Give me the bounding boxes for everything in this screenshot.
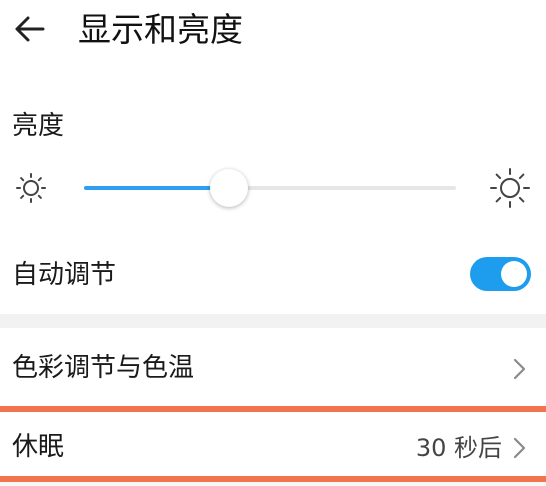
arrow-left-icon xyxy=(15,16,45,42)
slider-thumb[interactable] xyxy=(210,169,249,207)
sleep-value: 30 秒后 xyxy=(415,434,502,462)
color-temperature-label: 色彩调节与色温 xyxy=(12,353,195,383)
toggle-knob xyxy=(501,261,527,287)
brightness-slider[interactable] xyxy=(84,165,456,211)
page-title: 显示和亮度 xyxy=(78,10,243,49)
sleep-row[interactable]: 休眠 30 秒后 xyxy=(0,412,546,476)
sun-small-icon xyxy=(16,173,46,203)
slider-fill xyxy=(84,186,230,190)
back-button[interactable] xyxy=(10,10,50,50)
auto-adjust-toggle[interactable] xyxy=(470,257,531,291)
auto-adjust-row: 自动调节 xyxy=(0,240,546,310)
sleep-label: 休眠 xyxy=(12,432,65,462)
color-temperature-row[interactable]: 色彩调节与色温 xyxy=(0,328,546,410)
brightness-row xyxy=(0,165,546,211)
chevron-right-icon xyxy=(513,358,526,380)
chevron-right-icon xyxy=(513,437,526,459)
slider-track xyxy=(84,186,456,190)
auto-adjust-label: 自动调节 xyxy=(12,260,117,290)
bottom-strip xyxy=(0,482,546,486)
section-divider xyxy=(0,314,546,328)
brightness-label: 亮度 xyxy=(12,111,65,141)
header: 显示和亮度 xyxy=(0,0,546,60)
display-brightness-screen: 显示和亮度 亮度 自动调节 色彩调节与色温 休眠 30 秒后 xyxy=(0,0,546,486)
sun-large-icon xyxy=(490,168,530,208)
